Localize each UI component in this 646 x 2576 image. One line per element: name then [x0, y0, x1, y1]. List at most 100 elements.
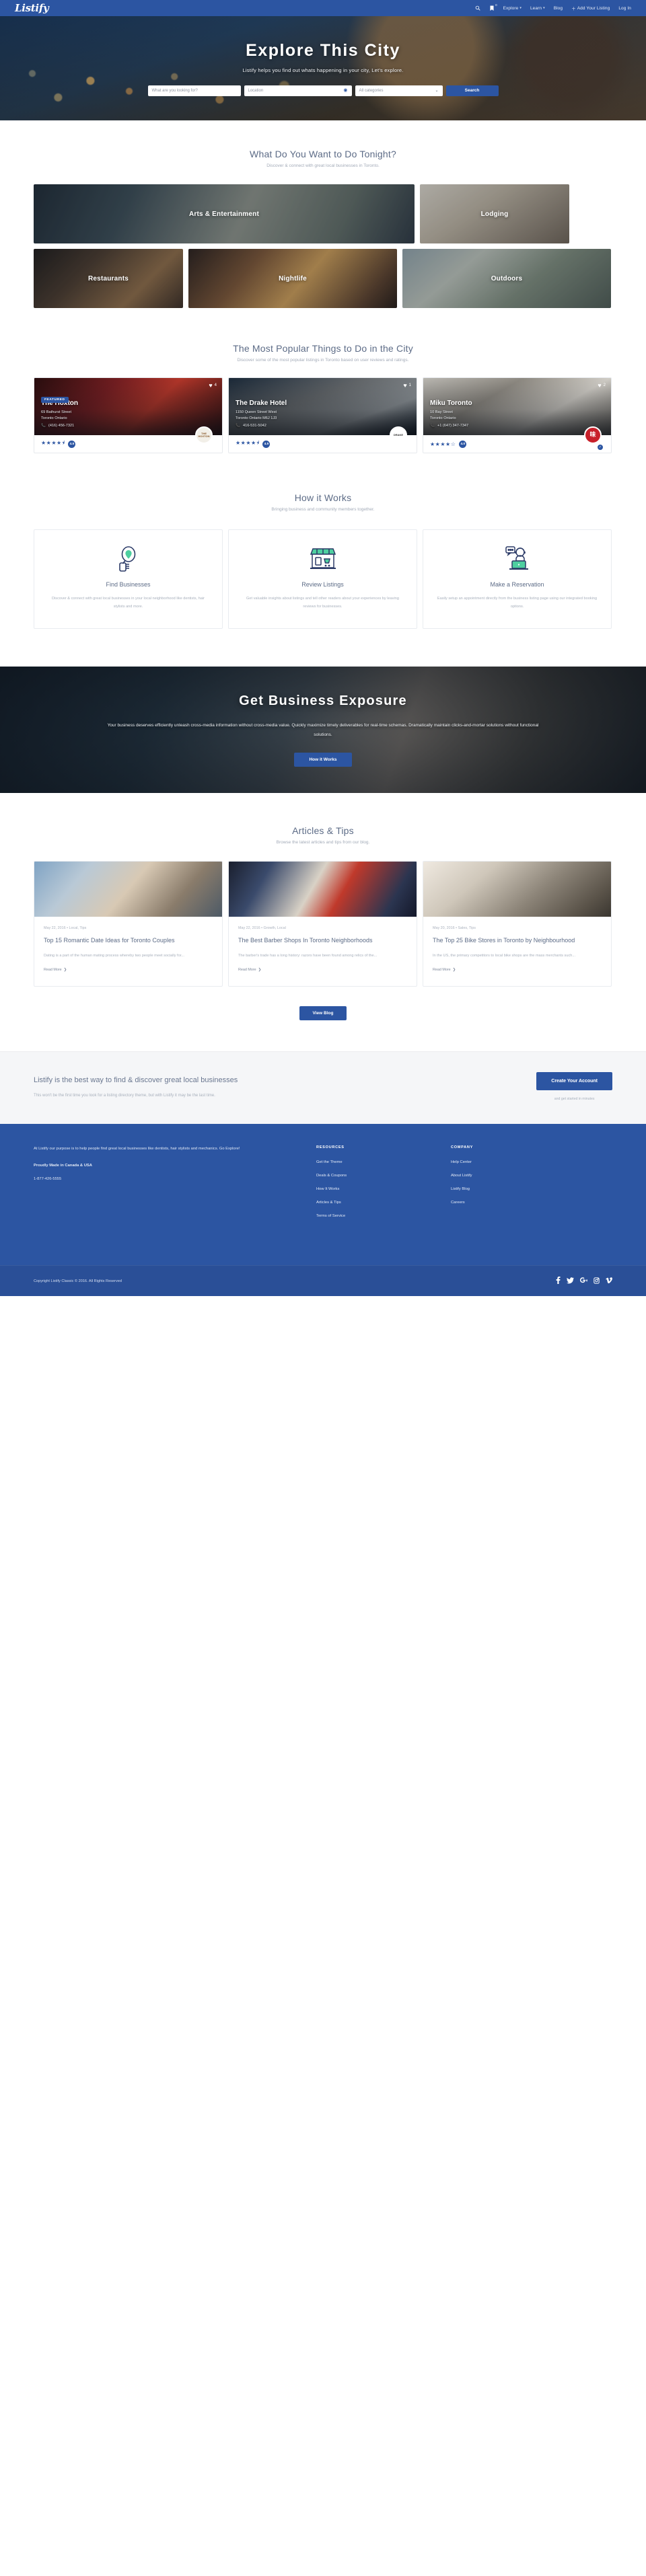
chevron-down-icon: ▾ — [519, 6, 522, 10]
article-card[interactable]: May 22, 2016 • Local, Tips Top 15 Romant… — [34, 861, 223, 987]
favorite-badge[interactable]: ♥ 2 — [598, 382, 606, 389]
nav-item-label: Explore — [503, 5, 519, 11]
google-plus-icon[interactable] — [580, 1277, 588, 1285]
article-image — [423, 862, 611, 917]
site-logo[interactable]: Listify — [15, 2, 49, 14]
articles-heading: Articles & Tips Browse the latest articl… — [34, 825, 612, 845]
article-title[interactable]: The Top 25 Bike Stores in Toronto by Nei… — [433, 936, 602, 946]
category-tile-label: Nightlife — [279, 274, 307, 282]
read-more-label: Read More — [433, 968, 451, 973]
listing-phone[interactable]: 📞 416-531-5042 — [236, 423, 410, 430]
search-location-input[interactable]: Location ◉ — [244, 85, 352, 96]
article-card[interactable]: May 22, 2016 • Growth, Local The Best Ba… — [228, 861, 417, 987]
facebook-icon[interactable] — [556, 1277, 561, 1285]
read-more-label: Read More — [44, 968, 62, 973]
favorite-badge[interactable]: ♥ 1 — [403, 382, 411, 389]
listing-card[interactable]: ♥ 4 FEATURED The Hoxton 69 Bathurst Stre… — [34, 377, 223, 453]
read-more-link[interactable]: Read More ❯ — [433, 968, 456, 972]
create-account-button[interactable]: Create Your Account — [536, 1072, 612, 1091]
footer-link-about-listify[interactable]: About Listify — [451, 1174, 585, 1178]
footer-link-get-the-theme[interactable]: Get the Theme — [316, 1160, 451, 1164]
listing-address-line1: 1150 Queen Street West — [236, 410, 277, 414]
section-subtitle: Bringing business and community members … — [271, 507, 375, 512]
exposure-title: Get Business Exposure — [239, 693, 407, 708]
bookmark-count: 0 — [495, 3, 497, 7]
search-icon[interactable] — [475, 5, 480, 11]
footer-link-help-center[interactable]: Help Center — [451, 1160, 585, 1164]
rating-value: 4.0 — [459, 440, 467, 448]
section-subtitle: Discover some of the most popular listin… — [237, 358, 409, 363]
star-rating: ★★★★⯨ — [41, 440, 65, 446]
article-card[interactable]: May 20, 2016 • Sales, Tips The Top 25 Bi… — [423, 861, 612, 987]
article-title[interactable]: Top 15 Romantic Date Ideas for Toronto C… — [44, 936, 213, 946]
footer-phone[interactable]: 1-877-426-5555 — [34, 1177, 316, 1181]
article-cards: May 22, 2016 • Local, Tips Top 15 Romant… — [34, 861, 612, 987]
nav-item-explore[interactable]: Explore ▾ — [503, 6, 522, 11]
exposure-how-it-works-button[interactable]: How it Works — [294, 753, 352, 767]
how-card-review-listings: Review Listings Get valuable insights ab… — [228, 529, 417, 630]
chevron-down-icon: ▾ — [543, 6, 545, 10]
footer-link-deals-coupons[interactable]: Deals & Coupons — [316, 1174, 451, 1178]
nav-item-log-in[interactable]: Log In — [618, 6, 631, 11]
nav-item-add-your-listing[interactable]: ＋ Add Your Listing — [571, 5, 610, 12]
footer-link-articles-tips[interactable]: Articles & Tips — [316, 1201, 451, 1205]
section-title: Articles & Tips — [292, 825, 354, 837]
heart-icon: ♥ — [598, 382, 602, 389]
footer-bottom-bar: Copyright Listify Classic © 2016. All Ri… — [0, 1265, 646, 1297]
cta-title: Listify is the best way to find & discov… — [34, 1075, 238, 1084]
listing-phone-number: 416-531-5042 — [242, 424, 266, 428]
listing-card[interactable]: ♥ 1 The Drake Hotel 1150 Queen Street We… — [228, 377, 417, 453]
article-title[interactable]: The Best Barber Shops In Toronto Neighbo… — [238, 936, 407, 946]
bookmark-icon[interactable]: 0 — [489, 3, 497, 11]
geolocate-icon[interactable]: ◉ — [343, 88, 347, 93]
read-more-label: Read More — [238, 968, 256, 973]
favorite-count: 2 — [603, 383, 606, 387]
hero-search-bar: What are you looking for? Location ◉ All… — [0, 85, 646, 96]
search-button[interactable]: Search — [445, 85, 499, 96]
hero-title: Explore This City — [246, 40, 400, 60]
listing-footer: ★★★★☆ 4.0 味 ✓ — [423, 426, 611, 453]
categories-section: What Do You Want to Do Tonight? Discover… — [34, 120, 612, 308]
footer-made-in: Proudly Made in Canada & USA — [34, 1164, 92, 1168]
how-card-title: Review Listings — [301, 581, 344, 588]
footer-link-terms-of-service[interactable]: Terms of Service — [316, 1214, 451, 1218]
search-keyword-input[interactable]: What are you looking for? — [147, 85, 241, 96]
footer-link-listify-blog[interactable]: Listify Blog — [451, 1187, 585, 1191]
listing-phone[interactable]: 📞 +1 (647) 347-7347 — [430, 423, 604, 430]
view-blog-button[interactable]: View Blog — [299, 1006, 347, 1021]
category-tile-nightlife[interactable]: Nightlife — [188, 249, 397, 308]
listing-phone[interactable]: 📞 (416) 456-7321 — [41, 423, 215, 430]
heart-icon: ♥ — [403, 382, 407, 389]
nav-item-blog[interactable]: Blog — [554, 6, 563, 11]
read-more-link[interactable]: Read More ❯ — [238, 968, 261, 972]
section-title: What Do You Want to Do Tonight? — [250, 149, 396, 159]
nav-item-label: Add Your Listing — [577, 5, 610, 11]
how-card-title: Find Businesses — [106, 581, 151, 588]
search-category-select[interactable]: All categories ⌄ — [355, 85, 443, 96]
twitter-icon[interactable] — [567, 1277, 574, 1285]
read-more-link[interactable]: Read More ❯ — [44, 968, 67, 972]
star-rating: ★★★★☆ — [430, 441, 456, 447]
category-tile-outdoors[interactable]: Outdoors — [402, 249, 611, 308]
footer-column-company: COMPANY Help Center About Listify Listif… — [451, 1145, 585, 1227]
category-tile-label: Lodging — [480, 210, 509, 218]
category-tile-lodging[interactable]: Lodging — [420, 184, 569, 243]
business-exposure-banner: Get Business Exposure Your business dese… — [0, 667, 646, 794]
vimeo-icon[interactable] — [606, 1277, 612, 1285]
category-tile-restaurants[interactable]: Restaurants — [34, 249, 183, 308]
footer-link-how-it-works[interactable]: How It Works — [316, 1187, 451, 1191]
section-subtitle: Discover & connect with great local busi… — [266, 163, 380, 168]
social-links — [556, 1277, 612, 1285]
footer-link-careers[interactable]: Careers — [451, 1201, 585, 1205]
how-card-text: Easily setup an appointment directly fro… — [437, 597, 598, 609]
listing-address-line2: Toronto Ontario M6J 1J3 — [236, 416, 277, 421]
listing-title: The Drake Hotel — [236, 399, 287, 407]
nav-item-learn[interactable]: Learn ▾ — [530, 6, 545, 11]
favorite-badge[interactable]: ♥ 4 — [209, 382, 217, 389]
listing-card[interactable]: ♥ 2 Miku Toronto 10 Bay Street Toronto O… — [423, 377, 612, 453]
cta-note: and get started in minutes — [554, 1097, 595, 1102]
category-tile-arts-entertainment[interactable]: Arts & Entertainment — [34, 184, 415, 243]
listing-title: Miku Toronto — [430, 399, 472, 407]
popular-listings-section: The Most Popular Things to Do in the Cit… — [34, 308, 612, 453]
instagram-icon[interactable] — [594, 1277, 600, 1285]
